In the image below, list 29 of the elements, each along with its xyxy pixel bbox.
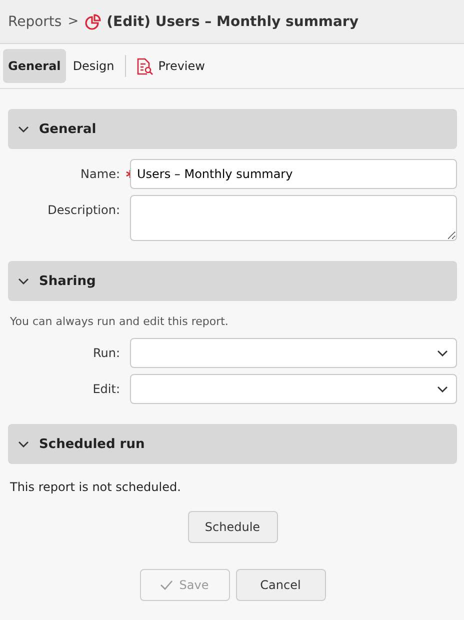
chevron-icon	[437, 386, 448, 392]
text-area[interactable]	[130, 195, 457, 241]
cancel-button[interactable]: Cancel	[236, 569, 326, 601]
section-header[interactable]: General	[8, 109, 457, 149]
document-search-icon	[137, 58, 154, 74]
input-field[interactable]: Users – Monthly summary	[130, 159, 457, 189]
dropdown[interactable]	[130, 338, 457, 368]
breadcrumb-separator: >	[68, 14, 79, 29]
page-title: (Edit) Users – Monthly summary	[106, 14, 358, 30]
pie-chart-icon	[84, 14, 101, 30]
field-label: Name:	[80, 166, 120, 181]
section-header[interactable]: Sharing	[8, 261, 457, 301]
chevron-icon	[18, 126, 29, 132]
tab[interactable]: General	[3, 49, 66, 83]
breadcrumb-link[interactable]: Reports	[8, 14, 62, 30]
section-header[interactable]: Scheduled run	[8, 424, 457, 464]
chevron-icon	[18, 278, 29, 284]
chevron-icon	[18, 440, 29, 448]
dropdown[interactable]	[130, 374, 457, 404]
schedule-button[interactable]: Schedule	[188, 511, 278, 543]
tab[interactable]: Design	[68, 49, 120, 83]
field-label: Edit:	[92, 381, 120, 396]
field-label: Run:	[92, 345, 120, 360]
chevron-icon	[437, 350, 448, 356]
check-icon	[160, 580, 174, 590]
schedule-message: This report is not scheduled.	[10, 480, 182, 494]
field-label: Description:	[46, 202, 120, 217]
sharing-note: You can always run and edit this report.	[10, 315, 230, 328]
tab[interactable]: Preview	[132, 49, 210, 83]
